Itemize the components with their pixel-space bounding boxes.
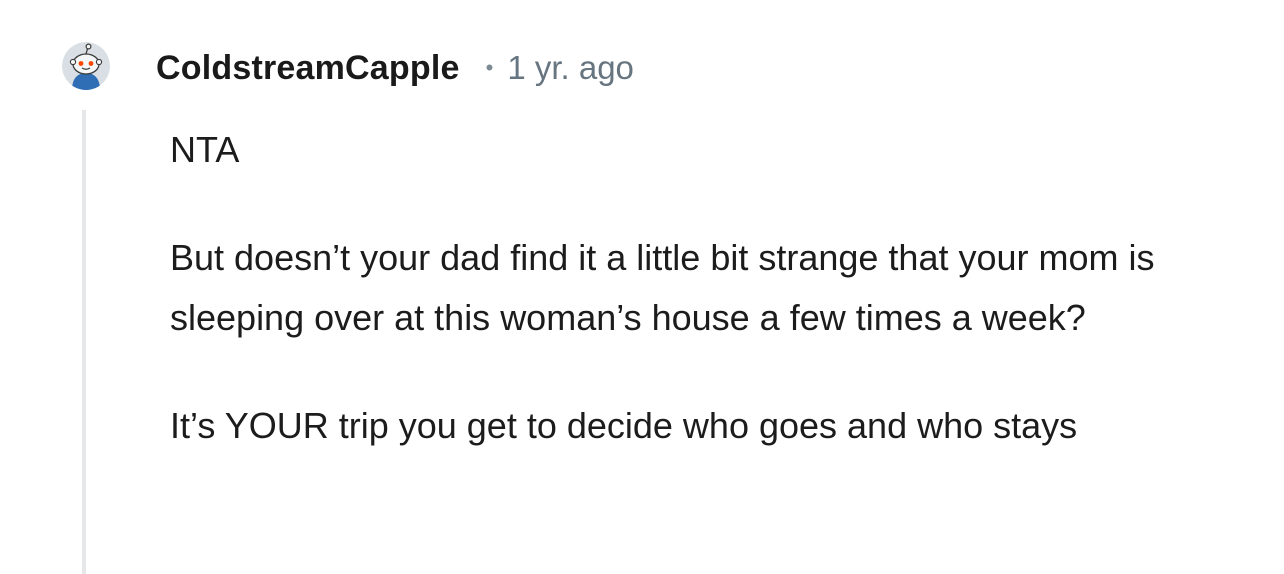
comment-paragraph: NTA bbox=[170, 129, 240, 170]
comment-body: NTA But doesn’t your dad find it a littl… bbox=[170, 120, 1230, 504]
comment-paragraph: It’s YOUR trip you get to decide who goe… bbox=[170, 405, 1078, 446]
user-avatar-icon[interactable] bbox=[62, 42, 110, 90]
comment-timestamp[interactable]: 1 yr. ago bbox=[507, 49, 634, 87]
comment-paragraph: But doesn’t your dad find it a little bi… bbox=[170, 237, 1155, 338]
meta-separator: • bbox=[485, 55, 494, 80]
thread-collapse-line[interactable] bbox=[82, 110, 86, 574]
comment: ColdstreamCapple • 1 yr. ago NTA But doe… bbox=[0, 0, 1284, 574]
username-link[interactable]: ColdstreamCapple bbox=[156, 49, 460, 88]
comment-header: ColdstreamCapple • 1 yr. ago bbox=[156, 46, 634, 90]
